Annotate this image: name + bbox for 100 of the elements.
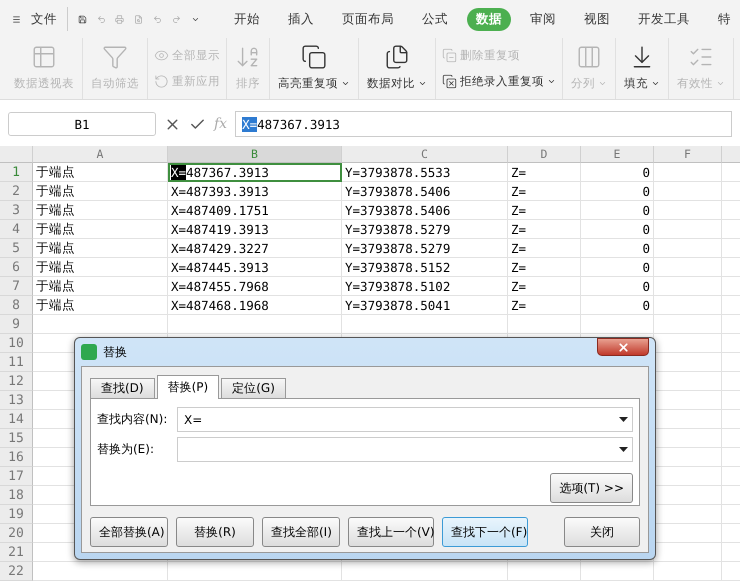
table-cell: [654, 201, 722, 220]
table-cell: 0: [581, 296, 654, 315]
table-cell: [654, 562, 722, 581]
row-header[interactable]: 15: [0, 429, 33, 448]
table-cell: 0: [581, 182, 654, 201]
dialog-button[interactable]: 查找上一个(V): [348, 517, 434, 547]
row-header[interactable]: 3: [0, 201, 33, 220]
table-cell: Y=3793878.5279: [342, 220, 508, 239]
input-field[interactable]: [177, 437, 633, 462]
menu-tab[interactable]: 数据: [467, 8, 511, 30]
row-header[interactable]: 2: [0, 182, 33, 201]
column-header[interactable]: E: [581, 146, 654, 163]
row-header[interactable]: 17: [0, 467, 33, 486]
row-header[interactable]: 14: [0, 410, 33, 429]
row-header[interactable]: 8: [0, 296, 33, 315]
column-header[interactable]: A: [33, 146, 168, 163]
table-cell: Z=: [508, 220, 581, 239]
close-dialog-button[interactable]: 关闭: [564, 517, 640, 547]
input-field[interactable]: X=: [177, 407, 633, 432]
row-header[interactable]: 11: [0, 353, 33, 372]
dialog-tab[interactable]: 定位(G): [221, 378, 286, 399]
dropdown-icon: [619, 447, 628, 452]
row-header[interactable]: 9: [0, 315, 33, 334]
table-cell: 0: [581, 201, 654, 220]
table-cell: X=487409.1751: [168, 201, 342, 220]
dialog-button[interactable]: 全部替换(A): [90, 517, 168, 547]
dialog-tab[interactable]: 替换(P): [156, 375, 220, 399]
file-menu[interactable]: 文件: [30, 10, 57, 28]
files-icon: [384, 44, 410, 70]
table-cell: X=487468.1968: [168, 296, 342, 315]
dialog-tab[interactable]: 查找(D): [90, 378, 155, 399]
column-header[interactable]: F: [654, 146, 722, 163]
field-value: X=: [184, 412, 202, 426]
ribbon-button[interactable]: 高亮重复项: [274, 38, 354, 99]
ribbon-button[interactable]: 拒绝录入重复项: [442, 74, 556, 90]
menu-tab[interactable]: 开发工具: [629, 8, 699, 30]
column-header[interactable]: C: [342, 146, 508, 163]
row-header[interactable]: 5: [0, 239, 33, 258]
row-header[interactable]: 20: [0, 524, 33, 543]
row-header[interactable]: 13: [0, 391, 33, 410]
menu-tab[interactable]: 审阅: [521, 8, 565, 30]
menu-tab[interactable]: 页面布局: [333, 8, 403, 30]
table-cell: Z=: [508, 239, 581, 258]
row-header[interactable]: 4: [0, 220, 33, 239]
ribbon-label: 自动筛选: [91, 76, 139, 91]
select-all-corner[interactable]: [0, 146, 33, 163]
column-header[interactable]: B: [168, 146, 342, 163]
table-cell: X=487445.3913: [168, 258, 342, 277]
ribbon-label: 数据透视表: [14, 76, 74, 91]
ribbon-label: 全部显示: [172, 48, 220, 63]
row-header[interactable]: 19: [0, 505, 33, 524]
menu-tab[interactable]: 公式: [413, 8, 457, 30]
table-cell: Z=: [508, 182, 581, 201]
menu-tab[interactable]: 特: [709, 8, 740, 30]
dialog-button[interactable]: 查找下一个(F): [442, 517, 528, 547]
table-cell: 于端点: [33, 239, 168, 258]
table-cell: 于端点: [33, 296, 168, 315]
menu-tab[interactable]: 插入: [279, 8, 323, 30]
close-button[interactable]: [597, 338, 649, 356]
row-header[interactable]: 10: [0, 334, 33, 353]
column-header[interactable]: [722, 146, 740, 163]
copy-minus-icon: [442, 48, 457, 63]
table-cell: [654, 220, 722, 239]
field-label: 替换为(E):: [97, 441, 155, 458]
table-cell: X=487419.3913: [168, 220, 342, 239]
menu-tab[interactable]: 视图: [575, 8, 619, 30]
table-cell: Y=3793878.5041: [342, 296, 508, 315]
menu-tab[interactable]: 开始: [225, 8, 269, 30]
field-label: 查找内容(N):: [97, 411, 168, 428]
row-header[interactable]: 22: [0, 562, 33, 581]
table-cell: X=487367.3913: [168, 163, 342, 182]
table-cell: Z=: [508, 201, 581, 220]
ribbon-button[interactable]: 填充: [620, 38, 664, 99]
row-header[interactable]: 6: [0, 258, 33, 277]
name-box[interactable]: B1: [8, 112, 156, 136]
table-cell: Z=: [508, 258, 581, 277]
column-header[interactable]: D: [508, 146, 581, 163]
table-cell: [654, 315, 722, 334]
table-cell: Y=3793878.5152: [342, 258, 508, 277]
options-button[interactable]: 选项(T) >>: [550, 473, 633, 503]
row-header[interactable]: 18: [0, 486, 33, 505]
table-cell: X=487429.3227: [168, 239, 342, 258]
close-icon: [616, 340, 630, 354]
row-header[interactable]: 1: [0, 163, 33, 182]
dialog-button[interactable]: 替换(R): [176, 517, 254, 547]
row-header[interactable]: 12: [0, 372, 33, 391]
formula-field[interactable]: X=487367.3913: [235, 111, 732, 137]
table-cell: 于端点: [33, 182, 168, 201]
row-header[interactable]: 21: [0, 543, 33, 562]
table-cell: [654, 163, 722, 182]
ribbon-label: 高亮重复项: [278, 76, 338, 91]
copy-icon: [301, 44, 327, 70]
ribbon-label: 重新应用: [172, 74, 220, 90]
row-header[interactable]: 16: [0, 448, 33, 467]
dialog-button[interactable]: 查找全部(I): [262, 517, 340, 547]
ribbon-label: 有效性: [677, 76, 713, 91]
function-icon[interactable]: fx: [214, 116, 228, 132]
row-header[interactable]: 7: [0, 277, 33, 296]
ribbon-button[interactable]: 数据对比: [363, 38, 431, 99]
ribbon-label: 拒绝录入重复项: [460, 74, 544, 90]
